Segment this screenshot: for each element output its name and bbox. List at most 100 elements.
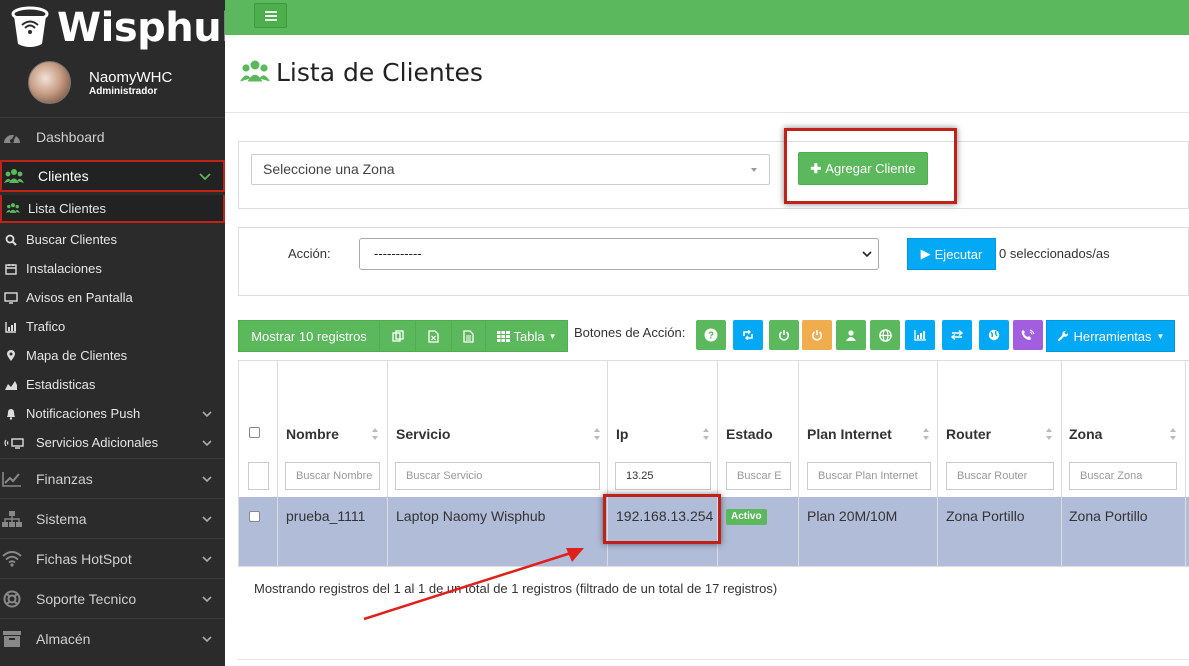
- tabla-button[interactable]: Tabla ▼: [485, 320, 568, 352]
- chevron-down-icon: [202, 595, 212, 602]
- execute-button[interactable]: ▶ Ejecutar: [907, 238, 996, 270]
- show-records-button[interactable]: Mostrar 10 registros: [238, 320, 380, 352]
- user-icon: [846, 329, 856, 341]
- avatar[interactable]: [28, 61, 71, 104]
- sidebar-item-label: Lista Clientes: [28, 200, 107, 216]
- filter-servicio[interactable]: Buscar Servicio: [395, 462, 600, 490]
- sidebar-item-label: Soporte Tecnico: [36, 590, 137, 607]
- caret-down-icon: [751, 168, 757, 172]
- power-off-action-button[interactable]: [802, 320, 832, 350]
- sidebar-item-servicios[interactable]: Servicios Adicionales: [0, 428, 225, 457]
- sidebar-item-fichas-hotspot[interactable]: Fichas HotSpot: [0, 538, 225, 578]
- table-icon: [496, 330, 510, 342]
- column-header-plan[interactable]: Plan Internet: [807, 426, 892, 442]
- filter-plan[interactable]: Buscar Plan Internet: [807, 462, 931, 490]
- filter-select[interactable]: [248, 462, 269, 490]
- row-checkbox[interactable]: [249, 511, 260, 522]
- user-name: NaomyWHC: [89, 69, 173, 86]
- wifi-icon: [2, 549, 22, 569]
- top-bar: [225, 0, 1189, 35]
- copy-button[interactable]: [379, 320, 416, 352]
- select-all-checkbox[interactable]: [249, 427, 260, 438]
- column-nombre: Nombre Buscar Nombre prueba_1111: [278, 361, 388, 566]
- file-excel-icon: [428, 329, 439, 343]
- excel-button[interactable]: [415, 320, 452, 352]
- brand-name: Wisphub: [57, 5, 250, 51]
- add-client-button[interactable]: ✚ Agregar Cliente: [798, 152, 928, 185]
- sidebar-item-label: Buscar Clientes: [26, 232, 118, 247]
- hamburger-icon: [264, 10, 277, 21]
- globe-action-button[interactable]: [870, 320, 900, 350]
- sidebar-item-avisos[interactable]: Avisos en Pantalla: [0, 283, 225, 312]
- sidebar-item-label: Clientes: [38, 168, 89, 184]
- sidebar-item-notificaciones[interactable]: Notificaciones Push: [0, 399, 225, 428]
- sitemap-icon: [2, 509, 22, 529]
- filter-ip[interactable]: 13.25: [615, 462, 711, 490]
- plus-icon: ✚: [810, 160, 822, 176]
- column-header-servicio[interactable]: Servicio: [396, 426, 450, 442]
- exchange-action-button[interactable]: [942, 320, 972, 350]
- filter-nombre[interactable]: Buscar Nombre: [285, 462, 380, 490]
- chevron-down-icon: [202, 439, 212, 446]
- retweet-icon: [743, 330, 753, 340]
- user-action-button[interactable]: [836, 320, 866, 350]
- bell-icon: [4, 407, 18, 421]
- sidebar-item-estadisticas[interactable]: Estadisticas: [0, 370, 225, 399]
- brand[interactable]: Wisphub: [0, 0, 250, 55]
- cell-nombre: prueba_1111: [286, 508, 366, 524]
- user-block: NaomyWHC Administrador: [0, 55, 225, 117]
- tabla-label: Tabla: [513, 328, 545, 344]
- globe-icon: [878, 328, 892, 342]
- column-header-estado[interactable]: Estado: [726, 426, 773, 442]
- chevron-down-icon: [202, 410, 212, 417]
- sidebar-item-label: Almacén: [36, 630, 91, 647]
- dashboard-icon: [2, 127, 22, 147]
- sidebar-item-lista-clientes[interactable]: Lista Clientes: [0, 195, 225, 223]
- csv-button[interactable]: [451, 320, 486, 352]
- sidebar-item-label: Fichas HotSpot: [36, 550, 132, 567]
- sidebar-item-label: Trafico: [26, 319, 66, 334]
- filter-router[interactable]: Buscar Router: [946, 462, 1054, 490]
- sidebar-item-label: Avisos en Pantalla: [26, 290, 133, 305]
- question-icon: ?: [704, 328, 718, 342]
- menu-toggle-button[interactable]: [254, 3, 287, 28]
- column-header-zona[interactable]: Zona: [1069, 426, 1102, 442]
- help-action-button[interactable]: ?: [696, 320, 726, 350]
- sidebar-item-instalaciones[interactable]: Instalaciones: [0, 254, 225, 283]
- area-chart-icon: [4, 378, 18, 392]
- map-action-button[interactable]: [979, 320, 1009, 350]
- sort-icon: [1170, 428, 1176, 440]
- zona-panel: Seleccione una Zona ✚ Agregar Cliente: [238, 128, 1189, 209]
- sidebar-item-sistema[interactable]: Sistema: [0, 498, 225, 538]
- column-header-ip[interactable]: Ip: [616, 426, 628, 442]
- phone-action-button[interactable]: [1013, 320, 1043, 350]
- phone-volume-icon: [1021, 329, 1035, 340]
- column-header-nombre[interactable]: Nombre: [286, 426, 339, 442]
- sidebar-item-dashboard[interactable]: Dashboard: [0, 117, 225, 155]
- sidebar-item-trafico[interactable]: Trafico: [0, 312, 225, 341]
- sort-icon: [594, 428, 600, 440]
- column-header-router[interactable]: Router: [946, 426, 991, 442]
- chevron-down-icon: [202, 515, 212, 522]
- sidebar-item-mapa[interactable]: Mapa de Clientes: [0, 341, 225, 370]
- filter-zona[interactable]: Buscar Zona: [1069, 462, 1177, 490]
- sidebar-item-almacen[interactable]: Almacén: [0, 618, 225, 658]
- refresh-action-button[interactable]: [733, 320, 763, 350]
- chart-action-button[interactable]: [905, 320, 935, 350]
- zona-select[interactable]: Seleccione una Zona: [251, 154, 770, 185]
- wisphub-logo-icon: [11, 6, 49, 47]
- bar-chart-icon: [4, 320, 18, 334]
- search-icon: [4, 233, 18, 247]
- tools-label: Herramientas: [1073, 328, 1152, 344]
- sidebar-item-buscar-clientes[interactable]: Buscar Clientes: [0, 225, 225, 254]
- sidebar-item-finanzas[interactable]: Finanzas: [0, 458, 225, 498]
- tools-button[interactable]: Herramientas ▼: [1046, 320, 1175, 352]
- column-router: Router Buscar Router Zona Portillo: [938, 361, 1062, 566]
- accion-select[interactable]: -----------: [359, 238, 879, 270]
- sidebar-item-clientes[interactable]: Clientes: [0, 160, 225, 192]
- sidebar-item-soporte[interactable]: Soporte Tecnico: [0, 578, 225, 618]
- power-on-action-button[interactable]: [769, 320, 799, 350]
- filter-estado[interactable]: Buscar E: [726, 462, 791, 490]
- calendar-icon: [4, 262, 18, 276]
- bar-chart-icon: [914, 329, 926, 341]
